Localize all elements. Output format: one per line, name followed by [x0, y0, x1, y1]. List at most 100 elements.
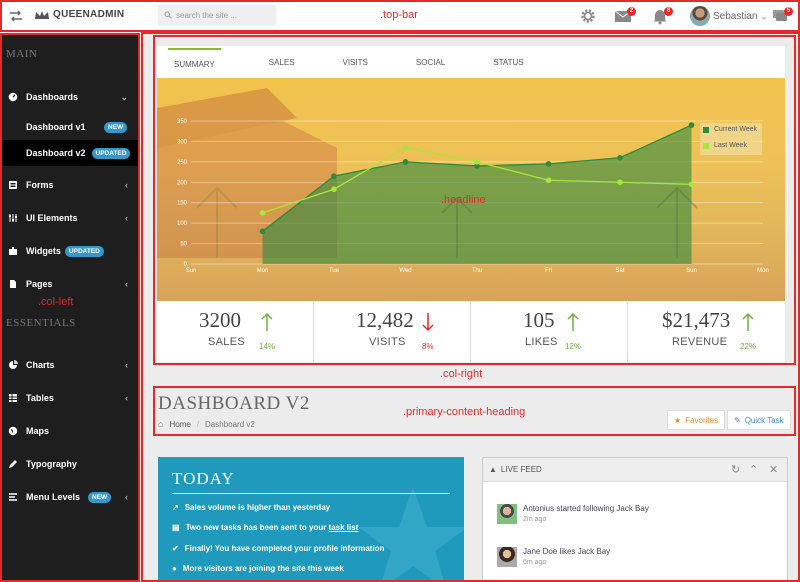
sidebar-item-ui-elements[interactable]: UI Elements ‹ [0, 207, 140, 229]
sidebar-label-maps: Maps [26, 426, 50, 436]
table-icon [9, 394, 17, 402]
top-bar-annotation: .top-bar [380, 9, 418, 21]
tab-status[interactable]: STATUS [493, 48, 529, 77]
quick-task-button[interactable]: ✎ Quick Task [727, 410, 791, 430]
chart-icon [9, 360, 18, 369]
chevron-left-icon: ‹ [125, 360, 128, 370]
data-point [617, 154, 623, 161]
task-list-link[interactable]: task list [329, 523, 359, 532]
sidebar-label-dashboards: Dashboards [26, 92, 79, 102]
search-icon [164, 11, 172, 19]
avatar [497, 547, 517, 567]
sidebar-label-typography: Typography [26, 459, 77, 469]
data-point [617, 179, 623, 186]
sidebar-item-menu-levels[interactable]: Menu Levels NEW ‹ [0, 486, 140, 508]
stat-label: REVENUE [672, 336, 728, 348]
today-item: ✔ Finally! You have completed your profi… [172, 544, 384, 553]
sidebar-label-ui-elements: UI Elements [26, 213, 78, 223]
sidebar-item-tables[interactable]: Tables ‹ [0, 387, 140, 409]
close-icon[interactable]: ✕ [769, 463, 778, 476]
breadcrumb-home[interactable]: Home [169, 420, 190, 429]
sidebar-item-widgets[interactable]: Widgets UPDATED [0, 240, 140, 262]
sidebar-item-pages[interactable]: Pages ‹ [0, 273, 140, 295]
sidebar-item-dashboard-v2[interactable]: Dashboard v2 UPDATED [0, 140, 140, 166]
x-tick-label: Fri [545, 268, 552, 274]
chevron-left-icon: ‹ [125, 213, 128, 223]
favorites-button[interactable]: ★ Favorites [667, 410, 726, 430]
chat-badge: 5 [784, 7, 793, 16]
col-right-annotation: .col-right [440, 368, 483, 380]
clipboard-icon: ▤ [172, 523, 180, 532]
thumb-icon: ▲ [489, 465, 497, 474]
col-left-annotation: .col-left [38, 296, 74, 308]
sidebar-label-tables: Tables [26, 393, 54, 403]
y-tick-label: 100 [177, 221, 188, 227]
trend-up-icon: ↗ [172, 503, 179, 512]
globe-icon [8, 426, 18, 436]
pencil-icon: ✎ [734, 415, 741, 425]
tab-social[interactable]: SOCIAL [416, 48, 451, 77]
feed-text: Antonius started following Jack Bay [523, 504, 649, 513]
x-tick-label: Mon [257, 268, 269, 274]
legend-last-week: Last Week [703, 142, 747, 149]
data-point [688, 122, 695, 128]
arrow-up-icon [261, 312, 273, 331]
gear-icon[interactable] [579, 7, 597, 25]
legend-label: Last Week [714, 142, 747, 149]
data-point [402, 144, 409, 151]
avatar [497, 504, 517, 524]
chevron-left-icon: ‹ [125, 393, 128, 403]
breadcrumb-current: Dashboard v2 [205, 419, 255, 429]
dashboard-icon [8, 92, 18, 102]
sidebar-item-dashboard-v1[interactable]: Dashboard v1 NEW [0, 114, 140, 140]
search-input[interactable]: search the site ... [158, 5, 276, 26]
legend-swatch [703, 142, 709, 149]
menu-toggle-icon[interactable] [8, 8, 24, 24]
stat-value: $21,473 [662, 308, 731, 332]
legend-swatch [703, 126, 709, 133]
updated-badge: UPDATED [64, 245, 104, 257]
tab-summary[interactable]: SUMMARY [168, 48, 221, 77]
favorites-label: Favorites [685, 415, 719, 425]
sidebar-item-typography[interactable]: Typography [0, 453, 140, 475]
arrow-up-icon [567, 312, 579, 331]
y-tick-label: 50 [180, 242, 187, 248]
sidebar-label-menu-levels: Menu Levels [26, 492, 81, 502]
sidebar-label-forms: Forms [26, 180, 54, 190]
x-tick-label: Sun [686, 268, 697, 274]
star-icon: ★ [674, 415, 682, 425]
tab-visits[interactable]: VISITS [343, 48, 374, 77]
data-point [259, 228, 266, 235]
sidebar-item-forms[interactable]: Forms ‹ [0, 174, 140, 196]
mail-badge: 2 [627, 7, 636, 16]
tab-sales[interactable]: SALES [269, 48, 301, 77]
sidebar-item-dashboards[interactable]: Dashboards ⌄ [0, 86, 140, 108]
data-point [402, 159, 409, 165]
star-decoration [358, 487, 464, 582]
logo-text: QUEENADMIN [53, 9, 125, 20]
headline-annotation: .headline [441, 194, 486, 206]
crown-icon [35, 10, 49, 19]
sidebar-label-charts: Charts [26, 360, 55, 370]
y-tick-label: 150 [177, 201, 188, 207]
feed-time: 6m ago [523, 559, 547, 566]
today-widget: TODAY ↗ Sales volume is higher than yest… [158, 457, 464, 582]
sidebar-item-maps[interactable]: Maps [0, 420, 140, 442]
puzzle-icon [9, 247, 17, 255]
stat-percent: 14% [259, 342, 276, 351]
stat-percent: 12% [565, 342, 582, 351]
list-item: Jane Doe likes Jack Bay 6m ago [497, 547, 610, 567]
data-point [545, 177, 552, 184]
x-tick-label: Mon [757, 268, 769, 274]
logo[interactable]: QUEENADMIN [34, 9, 124, 20]
live-feed-title: LIVE FEED [500, 465, 542, 474]
page-title: DASHBOARD V2 [158, 393, 310, 414]
collapse-icon[interactable]: ⌃ [749, 463, 758, 476]
data-point [474, 159, 480, 165]
stat-value: 105 [523, 308, 555, 332]
user-menu[interactable]: Sebastian ⌄ [690, 6, 767, 26]
refresh-icon[interactable]: ↻ [731, 463, 740, 476]
stat-label: LIKES [525, 336, 558, 348]
stat-revenue: $21,473 REVENUE 22% [628, 302, 785, 362]
sidebar-item-charts[interactable]: Charts ‹ [0, 354, 140, 376]
